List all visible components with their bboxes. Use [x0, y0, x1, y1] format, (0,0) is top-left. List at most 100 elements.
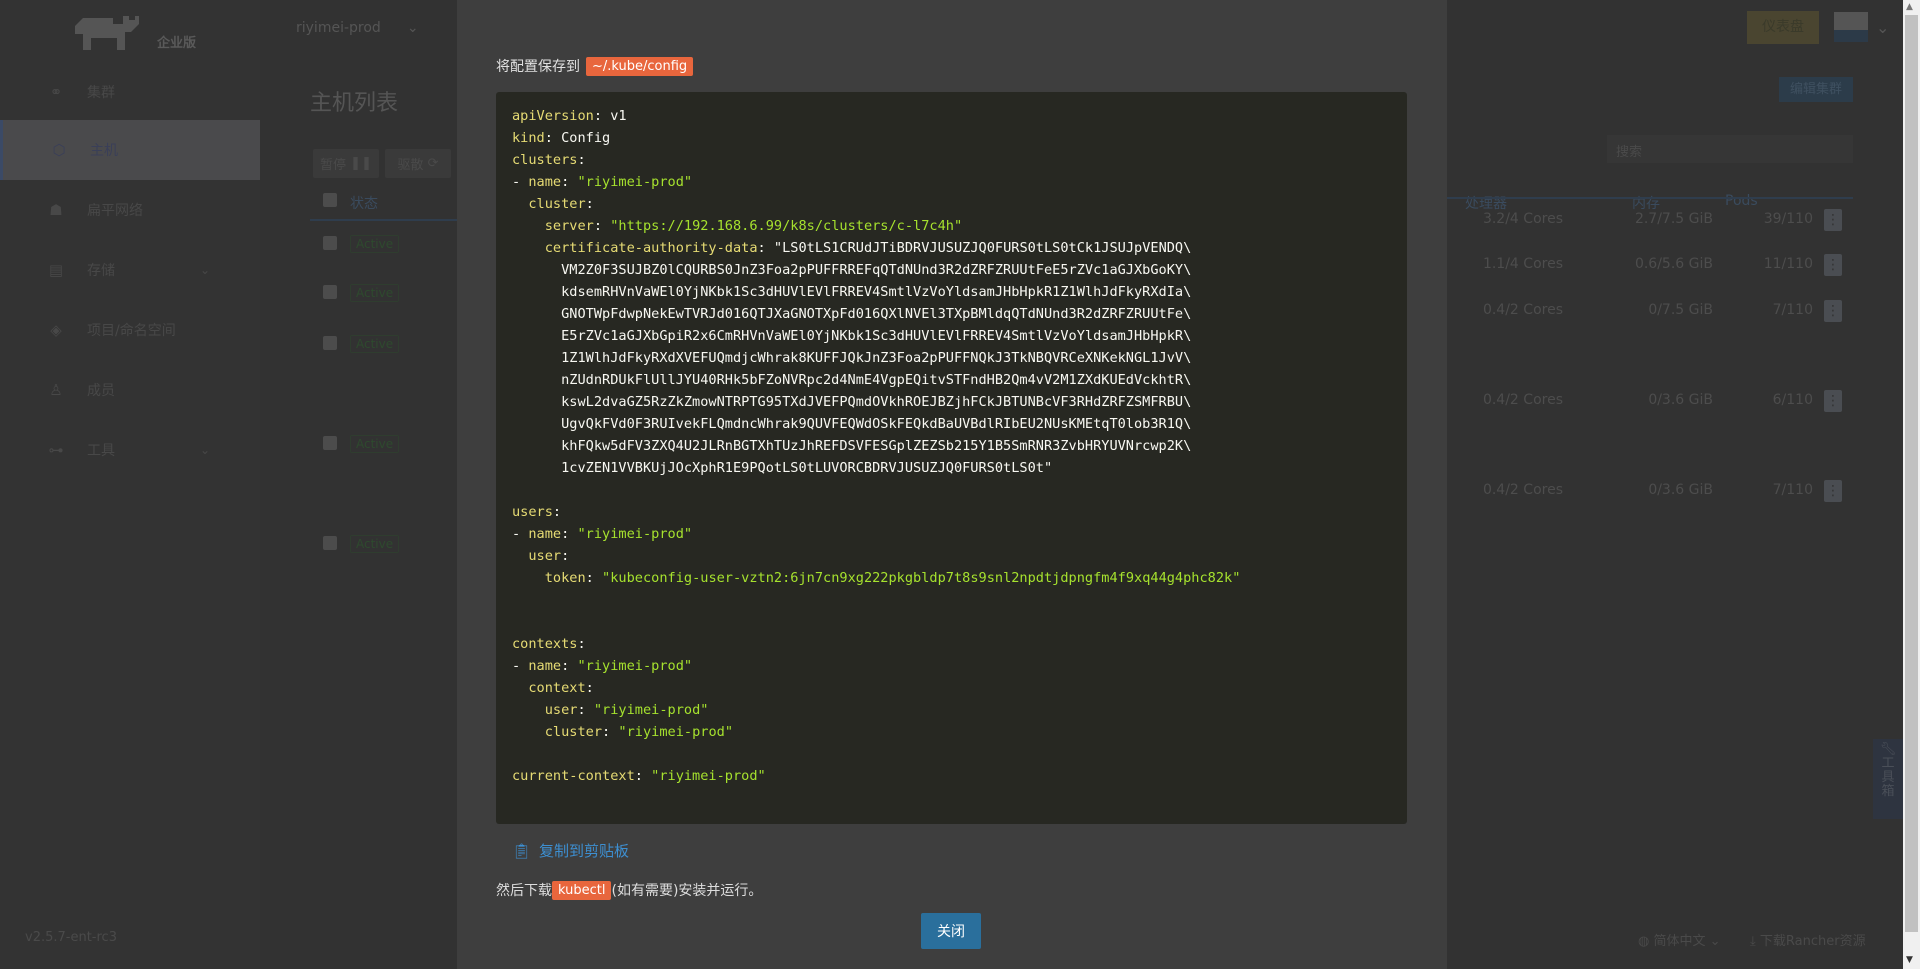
code-line: khFQkw5dFV3ZXQ4U2JLRnBGTXhTUzJhREFDSVFES… — [512, 435, 1391, 457]
yaml-key: cluster — [528, 196, 586, 212]
status-badge: Active — [350, 235, 400, 253]
sidebar-item-storage[interactable]: ▤ 存储 ⌄ — [0, 240, 260, 300]
sidebar-item-label: 主机 — [90, 143, 118, 159]
column-header-cpu[interactable]: 处理器 — [1465, 193, 1507, 213]
avatar[interactable] — [1834, 12, 1868, 42]
yaml-text: khFQkw5dFV3ZXQ4U2JLRnBGTXhTUzJhREFDSVFES… — [512, 438, 1192, 454]
memory-cell: 0/3.6 GiB — [1648, 392, 1713, 408]
code-line: cluster: "riyimei-prod" — [512, 721, 1391, 743]
yaml-text — [512, 570, 545, 586]
yaml-text: : — [577, 636, 586, 652]
sidebar-item-members[interactable]: ♙ 成员 — [0, 360, 260, 420]
storage-icon: ▤ — [48, 261, 64, 279]
yaml-text: : — [561, 548, 570, 564]
scrollbar-thumb[interactable] — [1905, 15, 1918, 932]
yaml-key: contexts — [512, 636, 578, 652]
yaml-text: : — [634, 768, 652, 784]
yaml-key: name — [528, 658, 562, 674]
language-selector[interactable]: ◍ 简体中文 ⌄ — [1638, 930, 1721, 949]
yaml-text: : — [577, 152, 586, 168]
save-prefix: 将配置保存到 — [496, 59, 580, 75]
row-actions-menu[interactable]: ⋮ — [1824, 300, 1842, 322]
memory-cell: 0/7.5 GiB — [1648, 302, 1713, 318]
save-instruction: 将配置保存到 ~/.kube/config — [496, 56, 694, 76]
yaml-key: apiVersion — [512, 108, 594, 124]
yaml-text: E5rZVc1aGJXbGpiR2x6CmRHVnVaWEl0YjNKbk1Sc… — [512, 328, 1192, 344]
yaml-key: clusters — [512, 152, 578, 168]
cluster-selector[interactable]: riyimei-prod ⌄ — [296, 20, 419, 36]
yaml-text — [512, 240, 545, 256]
host-icon: ⬡ — [52, 141, 66, 159]
yaml-key: current-context — [512, 768, 635, 784]
status-badge: Active — [350, 284, 400, 302]
yaml-text: : — [593, 218, 611, 234]
column-header-state[interactable]: 状态 — [350, 193, 378, 213]
code-line: apiVersion: v1 — [512, 105, 1391, 127]
kubeconfig-modal: 将配置保存到 ~/.kube/config apiVersion: v1 kind… — [457, 0, 1447, 969]
sidebar-item-tools[interactable]: ⊶ 工具 ⌄ — [0, 420, 260, 480]
code-line: kind: Config — [512, 127, 1391, 149]
yaml-text: nZUdnRDUkFlUllJYU40RHk5bFZoNVRpc2d4NmE4V… — [512, 372, 1192, 388]
row-checkbox[interactable] — [323, 236, 337, 250]
memory-cell: 0/3.6 GiB — [1648, 482, 1713, 498]
sidebar-item-projects[interactable]: ◈ 项目/命名空间 — [0, 300, 260, 360]
yaml-key: name — [528, 174, 562, 190]
sidebar-item-label: 工具 — [87, 443, 115, 459]
row-actions-menu[interactable]: ⋮ — [1824, 480, 1842, 502]
yaml-text: : — [561, 658, 578, 674]
row-actions-menu[interactable]: ⋮ — [1824, 254, 1842, 276]
kubeconfig-code-block[interactable]: apiVersion: v1 kind: Config clusters: - nam… — [496, 92, 1407, 824]
members-icon: ♙ — [49, 381, 63, 399]
yaml-key: users — [512, 504, 553, 520]
code-line: user: "riyimei-prod" — [512, 699, 1391, 721]
code-line: - name: "riyimei-prod" — [512, 655, 1391, 677]
code-line: - name: "riyimei-prod" — [512, 523, 1391, 545]
sidebar-item-network[interactable]: ☗ 扁平网络 — [0, 180, 260, 240]
column-header-memory[interactable]: 内存 — [1632, 193, 1660, 213]
scroll-up-icon[interactable]: ▲ — [1906, 2, 1913, 12]
scroll-down-icon[interactable]: ▼ — [1906, 955, 1913, 965]
sidebar-item-label: 集群 — [87, 85, 115, 101]
select-all-checkbox[interactable] — [323, 193, 337, 207]
chevron-down-icon: ⌄ — [200, 263, 211, 277]
chevron-down-icon[interactable]: ⌄ — [1876, 18, 1889, 37]
row-actions-menu[interactable]: ⋮ — [1824, 209, 1842, 231]
kubectl-link[interactable]: kubectl — [552, 880, 612, 900]
header-divider — [1447, 197, 1853, 199]
pause-button[interactable]: 暂停 ❚❚ — [313, 149, 379, 178]
status-badge: Active — [350, 535, 400, 553]
search-input[interactable]: 搜索 — [1607, 135, 1853, 163]
yaml-text: : v1 — [593, 108, 627, 124]
yaml-text: 1cvZEN1VVBKUjJOcXphR1E9PQotLS0tLUVORCBDR… — [512, 460, 1053, 476]
yaml-string: "riyimei-prod" — [651, 768, 766, 784]
code-line: kdsemRHVnVaWEl0YjNKbk1Sc3dHUVlEVlFRREV4S… — [512, 281, 1391, 303]
row-checkbox[interactable] — [323, 336, 337, 350]
language-label: 简体中文 — [1653, 934, 1706, 949]
yaml-text: : "LS0tLS1CRUdJTiBDRVJUSUZJQ0FURS0tLS0tC… — [757, 240, 1192, 256]
copy-to-clipboard-link[interactable]: 📋︎ 复制到剪贴板 — [512, 840, 629, 861]
yaml-text: : — [585, 570, 603, 586]
close-button[interactable]: 关闭 — [921, 913, 981, 949]
code-line: certificate-authority-data: "LS0tLS1CRUd… — [512, 237, 1391, 259]
row-checkbox[interactable] — [323, 436, 337, 450]
sidebar-item-clusters[interactable]: ⚭ 集群 — [0, 62, 260, 122]
edit-cluster-button[interactable]: 编辑集群 — [1779, 77, 1853, 102]
row-checkbox[interactable] — [323, 536, 337, 550]
then-prefix: 然后下载 — [496, 883, 552, 899]
row-checkbox[interactable] — [323, 285, 337, 299]
rancher-logo — [75, 16, 139, 50]
drain-button[interactable]: 驱散 ⟳ — [385, 149, 451, 178]
dashboard-button[interactable]: 仪表盘 — [1747, 11, 1819, 44]
sidebar-item-hosts[interactable]: ⬡ 主机 — [0, 120, 260, 180]
yaml-text: : — [561, 174, 578, 190]
brand-edition: 企业版 — [157, 36, 197, 51]
yaml-text: : — [585, 680, 594, 696]
yaml-text: - — [512, 174, 529, 190]
download-resources-link[interactable]: ⤓ 下载Rancher资源 — [1750, 930, 1866, 949]
version-label: v2.5.7-ent-rc3 — [25, 930, 117, 945]
toolbox-tab[interactable]: 🔧︎ 工具箱 — [1873, 739, 1903, 819]
row-actions-menu[interactable]: ⋮ — [1824, 390, 1842, 412]
yaml-key: cluster — [544, 724, 603, 740]
yaml-text: : — [552, 504, 562, 520]
